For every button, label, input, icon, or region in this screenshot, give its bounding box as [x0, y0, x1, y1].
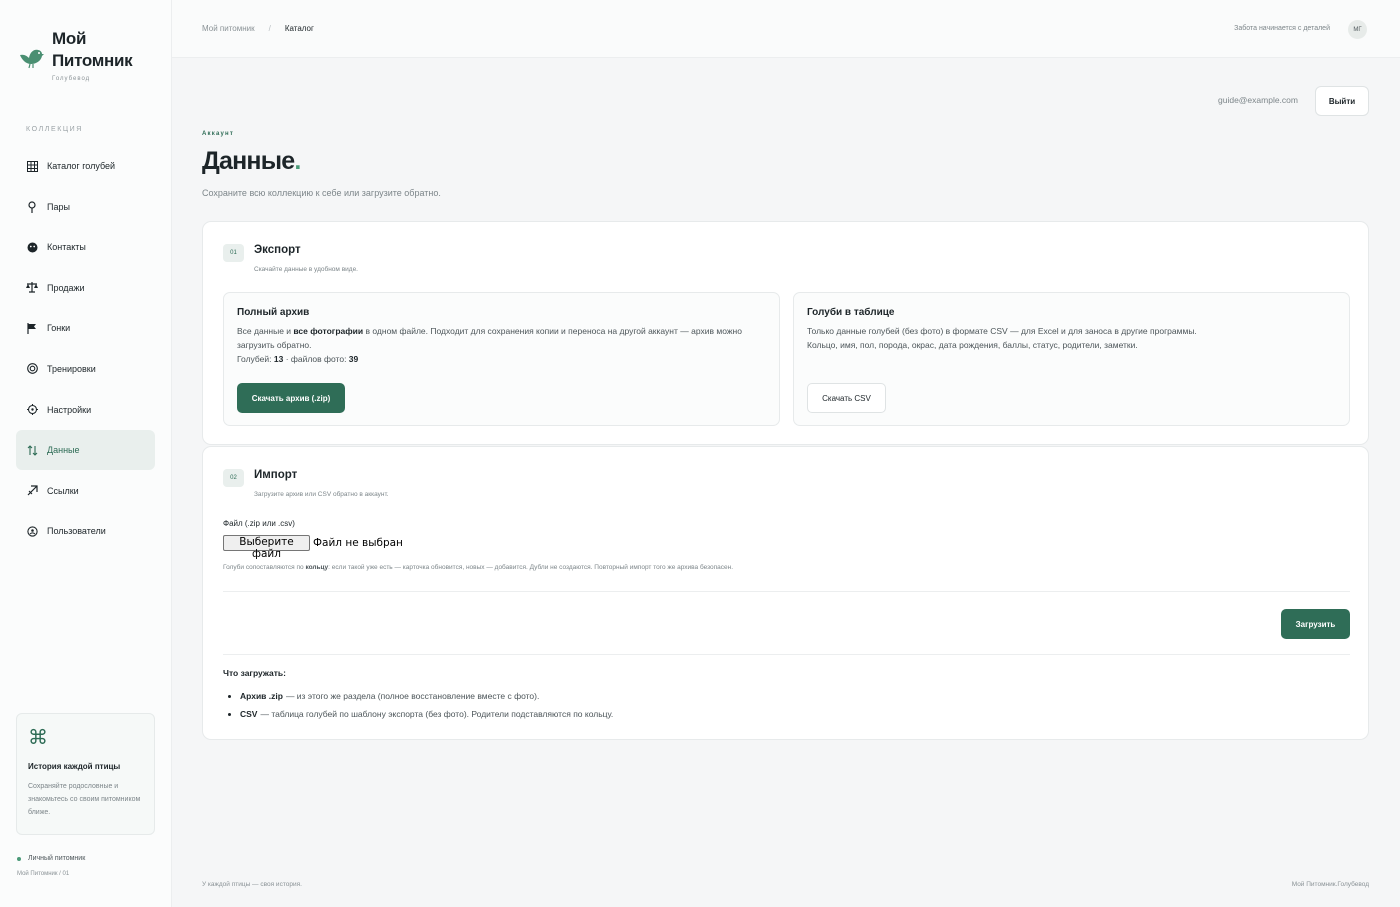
flag-icon — [26, 322, 38, 334]
sidebar-item-label: Продажи — [47, 282, 85, 293]
import-hint: Голуби сопоставляются по кольцу: если та… — [223, 564, 734, 571]
breadcrumb-separator: / — [268, 24, 271, 33]
brand[interactable]: Мой Питомник Голубевод — [18, 28, 133, 82]
page-title: Данные. — [202, 147, 301, 176]
what-to-upload-title: Что загружать: — [223, 668, 286, 678]
csv-title: Голуби в таблице — [807, 307, 895, 318]
brand-title-line2: Питомник — [52, 51, 133, 70]
link-arrow-icon — [26, 485, 38, 497]
sidebar-item-links[interactable]: Ссылки — [16, 471, 155, 511]
import-title: Импорт — [254, 469, 298, 481]
choose-file-button[interactable]: Выберите файл — [223, 535, 310, 560]
users-icon — [26, 525, 38, 537]
archive-stats: Голубей: 13 · файлов фото: 39 — [237, 354, 359, 364]
app-version: Мой Питомник / 01 — [17, 871, 70, 877]
status-label: Личный питомник — [28, 855, 86, 862]
page-title-dot: . — [294, 147, 301, 175]
what-to-upload-list: Архив .zip — из этого же раздела (полное … — [223, 687, 613, 723]
download-csv-button[interactable]: Скачать CSV — [807, 383, 886, 413]
list-item: CSV — таблица голубей по шаблону экспорта… — [223, 705, 613, 723]
sidebar-item-catalog[interactable]: Каталог голубей — [16, 146, 155, 186]
sidebar: Мой Питомник Голубевод КОЛЛЕКЦИЯ Каталог… — [0, 0, 172, 907]
sidebar-item-trainings[interactable]: Тренировки — [16, 349, 155, 389]
footer-left: У каждой птицы — своя история. — [202, 881, 302, 888]
sidebar-item-pairs[interactable]: Пары — [16, 187, 155, 227]
sidebar-item-label: Тренировки — [47, 363, 96, 374]
photos-count: 39 — [348, 354, 359, 364]
page-title-text: Данные — [202, 147, 295, 175]
sidebar-item-label: Каталог голубей — [47, 161, 116, 171]
export-step-badge: 01 — [223, 244, 244, 262]
tagline: Забота начинается с деталей — [1234, 25, 1330, 32]
full-archive-text: Все данные и все фотографии в одном файл… — [237, 326, 742, 350]
page-description: Сохраните всю коллекцию к себе или загру… — [202, 188, 441, 198]
pin-icon — [26, 200, 38, 213]
sidebar-item-settings[interactable]: Настройки — [16, 390, 155, 430]
grid-icon — [26, 160, 38, 172]
import-step-badge: 02 — [223, 469, 244, 487]
target-icon — [26, 363, 38, 375]
pigeons-count: 13 — [273, 354, 284, 364]
sidebar-item-label: Гонки — [47, 323, 71, 334]
sidebar-item-label: Настройки — [47, 404, 92, 415]
gear-icon — [26, 404, 38, 416]
sidebar-item-label: Данные — [47, 445, 80, 456]
sidebar-item-users[interactable]: Пользователи — [16, 511, 155, 551]
import-subtitle: Загрузите архив или CSV обратно в аккаун… — [254, 491, 389, 498]
sidebar-nav: Каталог голубей Пары Контакты Продажи Го… — [16, 146, 155, 552]
file-input[interactable]: Выберите файл Файл не выбран — [223, 535, 403, 560]
divider — [223, 654, 1350, 655]
csv-card: Голуби в таблице Только данные голубей (… — [793, 292, 1350, 426]
sidebar-item-data[interactable]: Данные — [16, 430, 155, 471]
topbar: Мой питомник / Каталог Забота начинается… — [172, 0, 1400, 58]
import-section: 02 Импорт Загрузите архив или CSV обратн… — [202, 446, 1369, 740]
bird-logo-icon — [20, 49, 44, 69]
avatar[interactable]: МГ — [1348, 20, 1367, 39]
sidebar-item-contacts[interactable]: Контакты — [16, 227, 155, 267]
csv-text: Только данные голубей (без фото) в форма… — [807, 326, 1197, 350]
contacts-icon — [26, 241, 38, 253]
sidebar-item-label: Пользователи — [47, 526, 106, 537]
divider — [223, 591, 1350, 592]
account-email: guide@example.com — [1218, 95, 1298, 105]
breadcrumb: Мой питомник / Каталог — [202, 24, 314, 33]
upload-button[interactable]: Загрузить — [1281, 609, 1350, 639]
export-subtitle: Скачайте данные в удобном виде. — [254, 266, 358, 273]
promo-card: ⌘ История каждой птицы Сохраняйте родосл… — [16, 713, 155, 835]
nursery-status: Личный питомник — [17, 855, 85, 862]
promo-title: История каждой птицы — [28, 762, 121, 771]
export-section: 01 Экспорт Скачайте данные в удобном вид… — [202, 221, 1369, 445]
brand-subtitle: Голубевод — [52, 76, 91, 82]
breadcrumb-current: Каталог — [284, 24, 314, 33]
promo-text: Сохраняйте родословные и знакомьтесь со … — [28, 783, 141, 816]
list-item: Архив .zip — из этого же раздела (полное … — [223, 687, 613, 705]
full-archive-card: Полный архив Все данные и все фотографии… — [223, 292, 780, 426]
status-dot-icon — [17, 856, 21, 861]
sidebar-item-label: Ссылки — [47, 485, 79, 496]
file-field-label: Файл (.zip или .csv) — [223, 519, 295, 528]
download-zip-button[interactable]: Скачать архив (.zip) — [237, 383, 345, 413]
export-title: Экспорт — [254, 244, 301, 256]
sidebar-item-label: Пары — [47, 201, 70, 212]
sidebar-footer: Личный питомник Мой Питомник / 01 — [17, 855, 85, 877]
transfer-icon — [26, 444, 38, 456]
file-status: Файл не выбран — [313, 537, 403, 549]
footer-right: Мой Питомник.Голубевод — [1291, 881, 1369, 888]
full-archive-title: Полный архив — [237, 307, 310, 318]
sidebar-item-sales[interactable]: Продажи — [16, 268, 155, 308]
page-eyebrow: Аккаунт — [202, 131, 234, 137]
sidebar-item-races[interactable]: Гонки — [16, 308, 155, 348]
scale-icon — [26, 282, 38, 294]
nav-heading: КОЛЛЕКЦИЯ — [26, 126, 83, 133]
brand-title-line1: Мой — [52, 29, 87, 48]
command-icon: ⌘ — [28, 727, 48, 749]
breadcrumb-root[interactable]: Мой питомник — [202, 24, 255, 33]
logout-button[interactable]: Выйти — [1315, 86, 1369, 116]
sidebar-item-label: Контакты — [47, 242, 86, 253]
